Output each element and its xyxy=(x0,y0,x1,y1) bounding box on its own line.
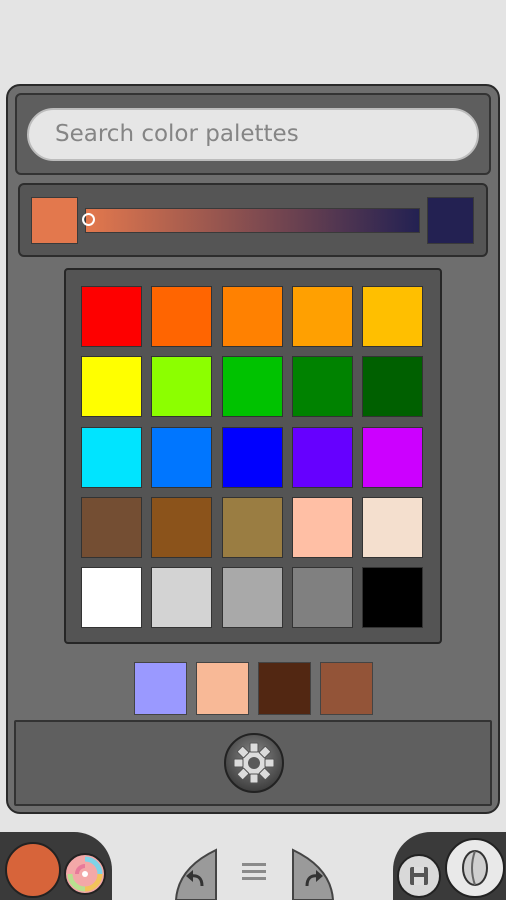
recent-color-swatch[interactable] xyxy=(320,662,373,715)
palette-color-swatch[interactable] xyxy=(362,426,424,488)
current-color-button[interactable] xyxy=(5,842,61,898)
palette-color-swatch[interactable] xyxy=(151,496,213,558)
gradient-slider[interactable] xyxy=(85,208,420,233)
search-input[interactable]: Search color palettes xyxy=(27,108,479,161)
redo-icon[interactable] xyxy=(289,848,337,900)
gradient-start-swatch[interactable] xyxy=(31,197,78,244)
palette-color-swatch[interactable] xyxy=(81,356,142,418)
palette-color-swatch[interactable] xyxy=(81,286,142,347)
palette-color-swatch[interactable] xyxy=(151,356,213,418)
color-swirl-icon[interactable] xyxy=(64,853,106,895)
palette-color-swatch[interactable] xyxy=(151,426,213,488)
palette-color-swatch[interactable] xyxy=(221,496,283,558)
gradient-end-swatch[interactable] xyxy=(427,197,474,244)
save-icon xyxy=(410,867,428,885)
palette-color-swatch[interactable] xyxy=(291,567,353,629)
palette-color-swatch[interactable] xyxy=(221,356,283,418)
recent-color-swatch[interactable] xyxy=(258,662,311,715)
palette-color-swatch[interactable] xyxy=(151,286,213,347)
palette-color-swatch[interactable] xyxy=(362,356,424,418)
brush-icon xyxy=(462,850,488,886)
menu-icon[interactable] xyxy=(240,860,268,884)
palette-color-swatch[interactable] xyxy=(291,496,353,558)
recent-color-swatch[interactable] xyxy=(196,662,249,715)
undo-icon[interactable] xyxy=(172,848,220,900)
palette-color-swatch[interactable] xyxy=(151,567,213,629)
palette-color-swatch[interactable] xyxy=(81,567,142,629)
recent-color-swatch[interactable] xyxy=(134,662,187,715)
palette-color-swatch[interactable] xyxy=(291,286,353,347)
palette-color-swatch[interactable] xyxy=(221,286,283,347)
brush-button[interactable] xyxy=(445,838,505,898)
palette-color-swatch[interactable] xyxy=(362,286,424,347)
palette-color-swatch[interactable] xyxy=(362,496,424,558)
palette-color-swatch[interactable] xyxy=(362,567,424,629)
palette-color-swatch[interactable] xyxy=(81,426,142,488)
gear-icon[interactable] xyxy=(223,732,285,794)
palette-color-swatch[interactable] xyxy=(221,567,283,629)
palette-color-swatch[interactable] xyxy=(221,426,283,488)
gradient-slider-handle[interactable] xyxy=(82,213,95,226)
palette-color-swatch[interactable] xyxy=(81,496,142,558)
save-button[interactable] xyxy=(397,854,441,898)
palette-color-swatch[interactable] xyxy=(291,426,353,488)
palette-color-swatch[interactable] xyxy=(291,356,353,418)
